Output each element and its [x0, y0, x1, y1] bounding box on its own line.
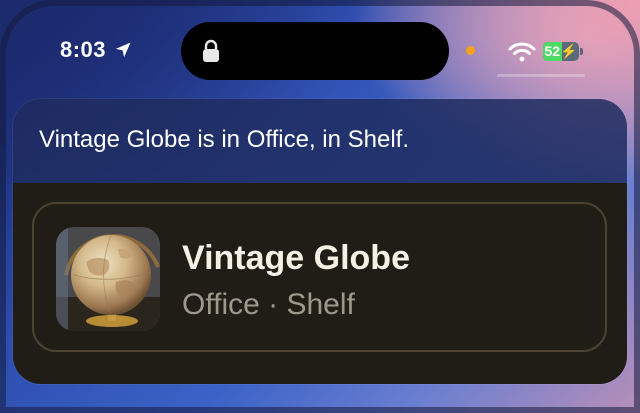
globe-photo: [56, 227, 160, 331]
privacy-indicator-dot: [466, 46, 475, 55]
item-location: Office · Shelf: [182, 288, 355, 321]
item-title: Vintage Globe: [182, 239, 410, 277]
time-group: 8:03: [60, 37, 132, 63]
status-time: 8:03: [60, 37, 107, 62]
battery-percentage: 52⚡: [543, 42, 579, 61]
siri-response-text: Vintage Globe is in Office, in Shelf.: [39, 126, 409, 153]
iphone-screen: 8:03 52⚡ Vintage Globe is in Office, in …: [0, 0, 640, 413]
location-arrow-icon: [115, 42, 131, 58]
dynamic-island: [181, 22, 449, 80]
battery-charging-icon: 52⚡: [543, 42, 579, 61]
status-indicator-line: [497, 74, 585, 77]
siri-response-panel: Vintage Globe is in Office, in Shelf. Vi…: [13, 99, 627, 384]
lock-icon: [203, 39, 219, 62]
battery-percentage-value: 52: [544, 43, 561, 59]
charging-bolt-icon: ⚡: [560, 43, 578, 59]
result-area: Vintage Globe Office · Shelf: [13, 183, 627, 384]
item-result-card[interactable]: Vintage Globe Office · Shelf: [32, 202, 607, 352]
battery-cap: [580, 48, 583, 55]
wifi-icon: [508, 42, 536, 62]
status-bar: 8:03 52⚡: [0, 0, 640, 100]
item-thumbnail: [56, 227, 160, 331]
